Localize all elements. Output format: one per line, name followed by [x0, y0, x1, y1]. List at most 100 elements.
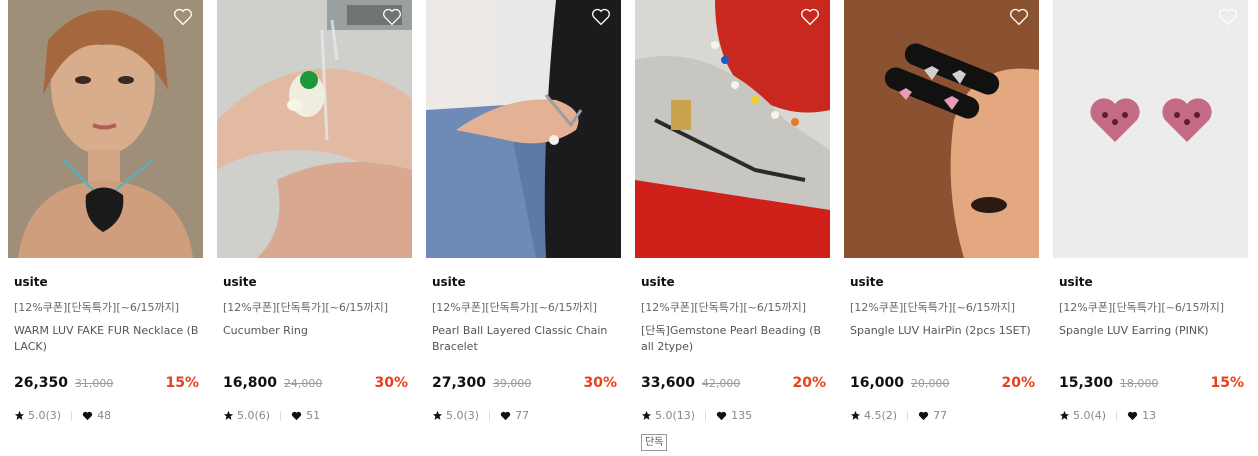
sale-price-value: 26,350 [14, 375, 69, 391]
rating-value: 5.0(13) [655, 409, 696, 422]
product-card[interactable]: usite [12%쿠폰][단독특가][~6/15까지] WARM LUV FA… [8, 0, 203, 456]
like-count: 13 [1142, 409, 1157, 422]
discount-rate: 20% [792, 375, 826, 391]
wishlist-heart-icon[interactable] [382, 8, 402, 26]
product-meta: 5.0(6) 51 [223, 409, 320, 422]
product-photo [635, 0, 830, 258]
original-price: 39,000 [492, 377, 532, 390]
divider [705, 410, 707, 421]
brand-name[interactable]: usite [432, 275, 466, 289]
like-count: 77 [933, 409, 948, 422]
rating-value: 5.0(6) [237, 409, 271, 422]
like-count: 48 [97, 409, 112, 422]
divider [489, 410, 491, 421]
like-count: 135 [731, 409, 753, 422]
product-image[interactable] [635, 0, 830, 258]
heart-filled-icon [1127, 411, 1138, 420]
divider [71, 410, 73, 421]
product-image[interactable] [426, 0, 621, 258]
sale-price: 15,300 18,000 [1059, 375, 1158, 391]
heart-filled-icon [500, 411, 511, 420]
heart-filled-icon [918, 411, 929, 420]
rating-value: 5.0(3) [28, 409, 62, 422]
star-icon [641, 410, 652, 420]
heart-filled-icon [291, 411, 302, 420]
sale-price-value: 15,300 [1059, 375, 1114, 391]
star-icon [850, 410, 861, 420]
exclusive-tag: 단독 [641, 434, 668, 451]
rating-value: 5.0(4) [1073, 409, 1107, 422]
original-price: 31,000 [74, 377, 114, 390]
like-count: 51 [306, 409, 321, 422]
promo-text: [12%쿠폰][단독특가][~6/15까지] [223, 301, 389, 314]
product-photo [844, 0, 1039, 258]
product-name[interactable]: Pearl Ball Layered Classic Chain Bracele… [432, 323, 618, 355]
sale-price-value: 16,000 [850, 375, 905, 391]
product-card[interactable]: usite [12%쿠폰][단독특가][~6/15까지] Cucumber Ri… [217, 0, 412, 456]
product-name[interactable]: Spangle LUV Earring (PINK) [1059, 323, 1245, 339]
sale-price: 26,350 31,000 [14, 375, 113, 391]
divider [907, 410, 909, 421]
wishlist-heart-icon[interactable] [1218, 8, 1238, 26]
product-photo [8, 0, 203, 258]
product-image[interactable] [1053, 0, 1248, 258]
heart-filled-icon [716, 411, 727, 420]
promo-text: [12%쿠폰][단독특가][~6/15까지] [14, 301, 180, 314]
star-icon [14, 410, 25, 420]
product-card[interactable]: usite [12%쿠폰][단독특가][~6/15까지] Spangle LUV… [844, 0, 1039, 456]
brand-name[interactable]: usite [223, 275, 257, 289]
sale-price: 16,800 24,000 [223, 375, 322, 391]
wishlist-heart-icon[interactable] [1009, 8, 1029, 26]
brand-name[interactable]: usite [1059, 275, 1093, 289]
wishlist-heart-icon[interactable] [173, 8, 193, 26]
rating-value: 5.0(3) [446, 409, 480, 422]
sale-price-value: 16,800 [223, 375, 278, 391]
discount-rate: 15% [165, 375, 199, 391]
product-photo [217, 0, 412, 258]
original-price: 20,000 [910, 377, 950, 390]
brand-name[interactable]: usite [14, 275, 48, 289]
discount-rate: 30% [374, 375, 408, 391]
product-card[interactable]: usite [12%쿠폰][단독특가][~6/15까지] [단독]Gemston… [635, 0, 830, 456]
original-price: 18,000 [1119, 377, 1159, 390]
original-price: 42,000 [701, 377, 741, 390]
product-card[interactable]: usite [12%쿠폰][단독특가][~6/15까지] Pearl Ball … [426, 0, 621, 456]
product-photo [426, 0, 621, 258]
product-image[interactable] [8, 0, 203, 258]
product-meta: 5.0(3) 77 [432, 409, 529, 422]
product-meta: 5.0(4) 13 [1059, 409, 1156, 422]
product-name[interactable]: [단독]Gemstone Pearl Beading (Ball 2type) [641, 323, 827, 355]
product-meta: 4.5(2) 77 [850, 409, 947, 422]
product-card[interactable]: usite [12%쿠폰][단독특가][~6/15까지] Spangle LUV… [1053, 0, 1248, 456]
discount-rate: 30% [583, 375, 617, 391]
like-count: 77 [515, 409, 530, 422]
promo-text: [12%쿠폰][단독특가][~6/15까지] [641, 301, 807, 314]
wishlist-heart-icon[interactable] [800, 8, 820, 26]
rating-value: 4.5(2) [864, 409, 898, 422]
product-image[interactable] [844, 0, 1039, 258]
product-meta: 5.0(3) 48 [14, 409, 111, 422]
sale-price-value: 33,600 [641, 375, 696, 391]
product-grid: usite [12%쿠폰][단독특가][~6/15까지] WARM LUV FA… [0, 0, 1258, 456]
promo-text: [12%쿠폰][단독특가][~6/15까지] [432, 301, 598, 314]
sale-price: 27,300 39,000 [432, 375, 531, 391]
product-meta: 5.0(13) 135 [641, 409, 752, 422]
sale-price: 16,000 20,000 [850, 375, 949, 391]
heart-filled-icon [82, 411, 93, 420]
product-name[interactable]: WARM LUV FAKE FUR Necklace (BLACK) [14, 323, 200, 355]
star-icon [1059, 410, 1070, 420]
product-image[interactable] [217, 0, 412, 258]
divider [1116, 410, 1118, 421]
discount-rate: 15% [1210, 375, 1244, 391]
original-price: 24,000 [283, 377, 323, 390]
brand-name[interactable]: usite [850, 275, 884, 289]
sale-price-value: 27,300 [432, 375, 487, 391]
brand-name[interactable]: usite [641, 275, 675, 289]
product-photo [1053, 0, 1248, 258]
wishlist-heart-icon[interactable] [591, 8, 611, 26]
star-icon [432, 410, 443, 420]
star-icon [223, 410, 234, 420]
sale-price: 33,600 42,000 [641, 375, 740, 391]
product-name[interactable]: Cucumber Ring [223, 323, 409, 339]
product-name[interactable]: Spangle LUV HairPin (2pcs 1SET) [850, 323, 1036, 339]
